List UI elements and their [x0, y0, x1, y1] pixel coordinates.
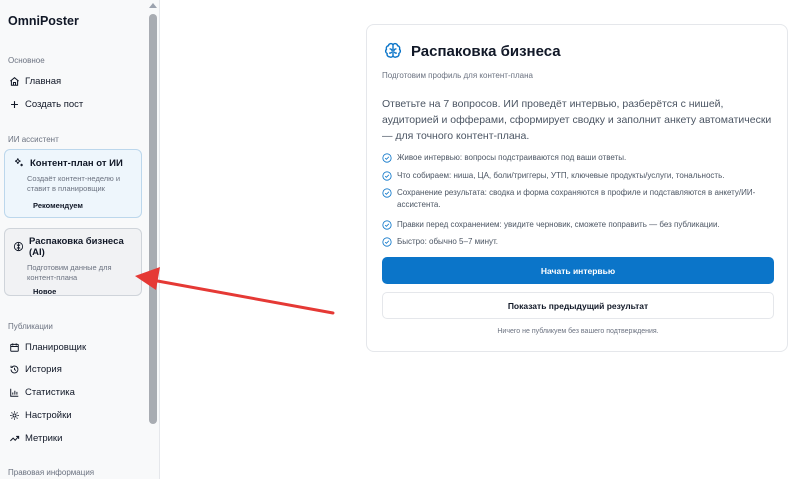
card-description: Создаёт контент-неделю и ставит в планир… [27, 174, 121, 194]
trend-icon [8, 432, 20, 444]
scroll-thumb[interactable] [149, 14, 157, 424]
gear-icon [8, 409, 20, 421]
card-title: Распаковка бизнеса (AI) [29, 236, 124, 258]
start-interview-button[interactable]: Начать интервью [382, 257, 774, 284]
check-circle-icon [382, 153, 392, 163]
nav-item-label: Метрики [25, 432, 63, 444]
business-unpacking-panel: Распаковка бизнеса Подготовим профиль дл… [366, 24, 788, 352]
nav-item-label: История [25, 363, 62, 375]
panel-subtitle: Подготовим профиль для контент-плана [382, 71, 533, 80]
feature-text: Правки перед сохранением: увидите чернов… [397, 220, 720, 229]
assistant-card-business-unpacking[interactable]: Распаковка бизнеса (AI) Подготовим данны… [4, 228, 142, 296]
feature-item: Живое интервью: вопросы подстраиваются п… [382, 152, 777, 164]
sidebar: OmniPoster Основное Главная Создать пост… [0, 0, 160, 479]
nav-item-label: Планировщик [25, 341, 87, 353]
card-description: Подготовим данные для контент-плана [27, 263, 112, 283]
section-label-legal: Правовая информация [8, 468, 95, 477]
feature-item: Что собираем: ниша, ЦА, боли/триггеры, У… [382, 170, 777, 182]
feature-item: Быстро: обычно 5–7 минут. [382, 236, 777, 248]
panel-intro: Ответьте на 7 вопросов. ИИ проведёт инте… [382, 98, 772, 142]
nav-item-statistics[interactable]: Статистика [6, 383, 146, 401]
show-previous-result-button[interactable]: Показать предыдущий результат [382, 292, 774, 319]
history-icon [8, 363, 20, 375]
section-label-publications: Публикации [8, 322, 53, 331]
footnote: Ничего не публикуем без вашего подтвержд… [497, 328, 659, 335]
section-label-main: Основное [8, 56, 45, 65]
plus-icon [8, 98, 20, 110]
check-circle-icon [382, 188, 392, 198]
home-icon [8, 75, 20, 87]
brand-logo[interactable]: OmniPoster [8, 14, 79, 28]
nav-item-home[interactable]: Главная [6, 72, 146, 90]
sidebar-scrollbar[interactable] [147, 0, 159, 479]
check-circle-icon [382, 220, 392, 230]
section-label-assistant: ИИ ассистент [8, 135, 59, 144]
nav-item-history[interactable]: История [6, 360, 146, 378]
feature-text: Быстро: обычно 5–7 минут. [397, 237, 499, 246]
app-window: OmniPoster Основное Главная Создать пост… [0, 0, 800, 479]
feature-item: Сохранение результата: сводка и форма со… [382, 187, 777, 210]
card-badge: Рекомендуем [33, 201, 83, 211]
feature-text: Живое интервью: вопросы подстраиваются п… [397, 153, 627, 162]
feature-item: Правки перед сохранением: увидите чернов… [382, 219, 777, 231]
scroll-up-arrow-icon[interactable] [149, 3, 157, 8]
card-badge: Новое [33, 287, 57, 297]
brain-icon [13, 241, 24, 253]
sparkle-icon [13, 157, 25, 169]
nav-item-metrics[interactable]: Метрики [6, 429, 146, 447]
bar-chart-icon [8, 386, 20, 398]
assistant-card-content-plan[interactable]: Контент-план от ИИ Создаёт контент-недел… [4, 149, 142, 218]
nav-item-settings[interactable]: Настройки [6, 406, 146, 424]
nav-item-scheduler[interactable]: Планировщик [6, 338, 146, 356]
nav-item-label: Статистика [25, 386, 75, 398]
brain-icon [383, 41, 403, 61]
feature-text: Что собираем: ниша, ЦА, боли/триггеры, У… [397, 171, 725, 180]
card-title: Контент-план от ИИ [30, 157, 123, 169]
nav-item-label: Настройки [25, 409, 72, 421]
feature-text: Сохранение результата: сводка и форма со… [397, 188, 756, 209]
panel-title: Распаковка бизнеса [411, 42, 561, 60]
nav-item-label: Создать пост [25, 98, 84, 110]
nav-item-label: Главная [25, 75, 62, 87]
calendar-icon [8, 341, 20, 353]
nav-item-create-post[interactable]: Создать пост [6, 95, 146, 113]
check-circle-icon [382, 171, 392, 181]
check-circle-icon [382, 237, 392, 247]
